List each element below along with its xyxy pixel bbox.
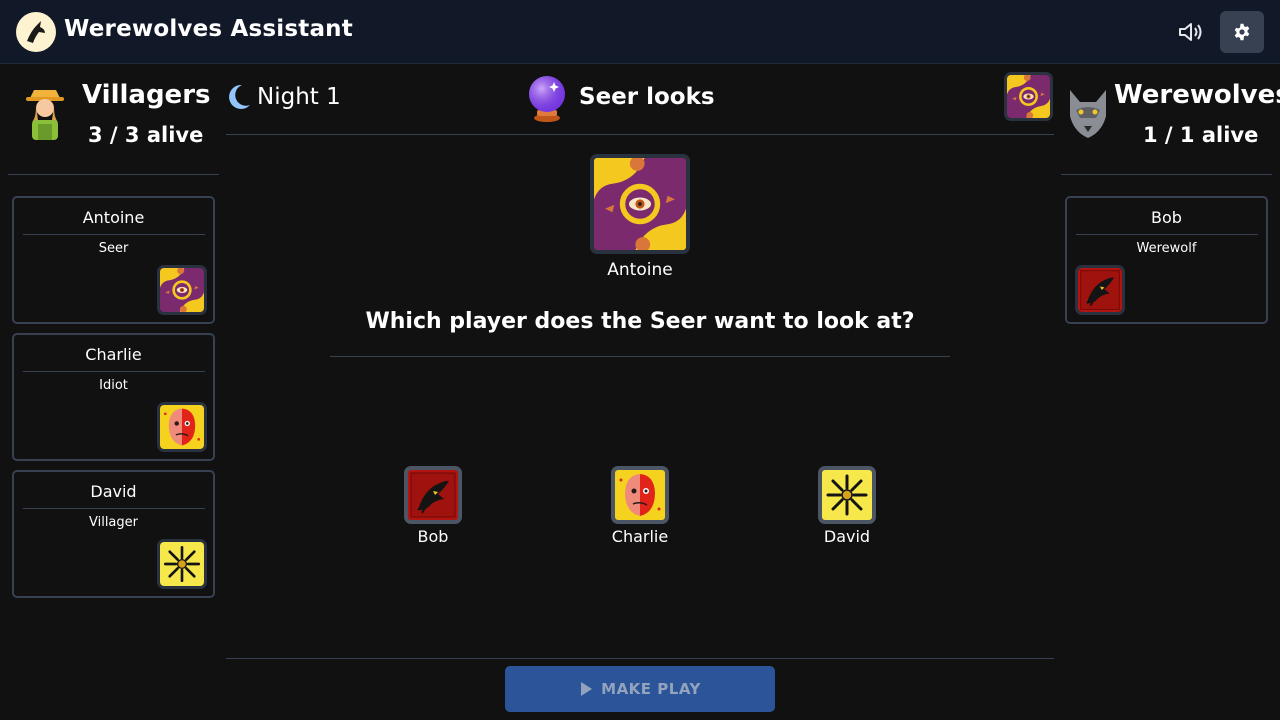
divider [1076,234,1258,235]
player-role: Seer [98,241,129,256]
divider [23,508,205,509]
player-role: Idiot [99,378,128,393]
make-play-button[interactable]: MAKE PLAY [505,666,775,712]
app-logo-icon [16,12,56,52]
player-card-charlie[interactable]: Charlie Idiot [12,333,215,461]
werewolf-avatar-icon [1066,86,1110,140]
seer-role-icon [157,265,207,315]
seer-role-icon [1004,72,1053,121]
idiot-role-icon[interactable] [611,466,669,524]
villagers-alive-count: 3 / 3 alive [88,123,204,147]
make-play-label: MAKE PLAY [601,680,701,698]
app-title: Werewolves Assistant [64,16,353,42]
divider [8,174,219,175]
seer-role-icon [590,154,690,254]
night-label: Night 1 [257,84,341,110]
play-icon [581,682,593,696]
villager-role-icon[interactable] [818,466,876,524]
player-card-bob[interactable]: Bob Werewolf [1065,196,1268,324]
moon-icon [226,83,252,111]
crystal-ball-icon [526,74,568,122]
player-role: Werewolf [1136,241,1197,256]
werewolves-alive-count: 1 / 1 alive [1143,123,1259,147]
player-name: Antoine [82,208,145,227]
idiot-role-icon [157,402,207,452]
top-bar: Werewolves Assistant [0,0,1280,64]
player-name: Bob [1151,208,1182,227]
question-text: Which player does the Seer want to look … [365,309,915,334]
villager-avatar-icon [24,84,66,140]
speaker-icon[interactable] [1170,12,1212,52]
player-name: David [90,482,137,501]
werewolves-title: Werewolves [1114,80,1280,110]
target-player-name: David [823,527,871,546]
phase-label: Seer looks [579,84,715,110]
villagers-title: Villagers [82,80,211,110]
player-role: Villager [88,515,138,530]
werewolf-role-icon [1075,265,1125,315]
target-player-name: Charlie [611,527,669,546]
gear-icon [1234,23,1250,41]
settings-button[interactable] [1220,11,1264,53]
werewolf-role-icon[interactable] [404,466,462,524]
divider [226,134,1054,135]
player-card-david[interactable]: David Villager [12,470,215,598]
divider [1061,174,1272,175]
player-card-antoine[interactable]: Antoine Seer [12,196,215,324]
divider [226,658,1054,659]
divider [330,356,950,357]
acting-player-name: Antoine [607,260,673,280]
villager-role-icon [157,539,207,589]
player-name: Charlie [85,345,142,364]
target-player-name: Bob [417,527,449,546]
divider [23,234,205,235]
divider [23,371,205,372]
